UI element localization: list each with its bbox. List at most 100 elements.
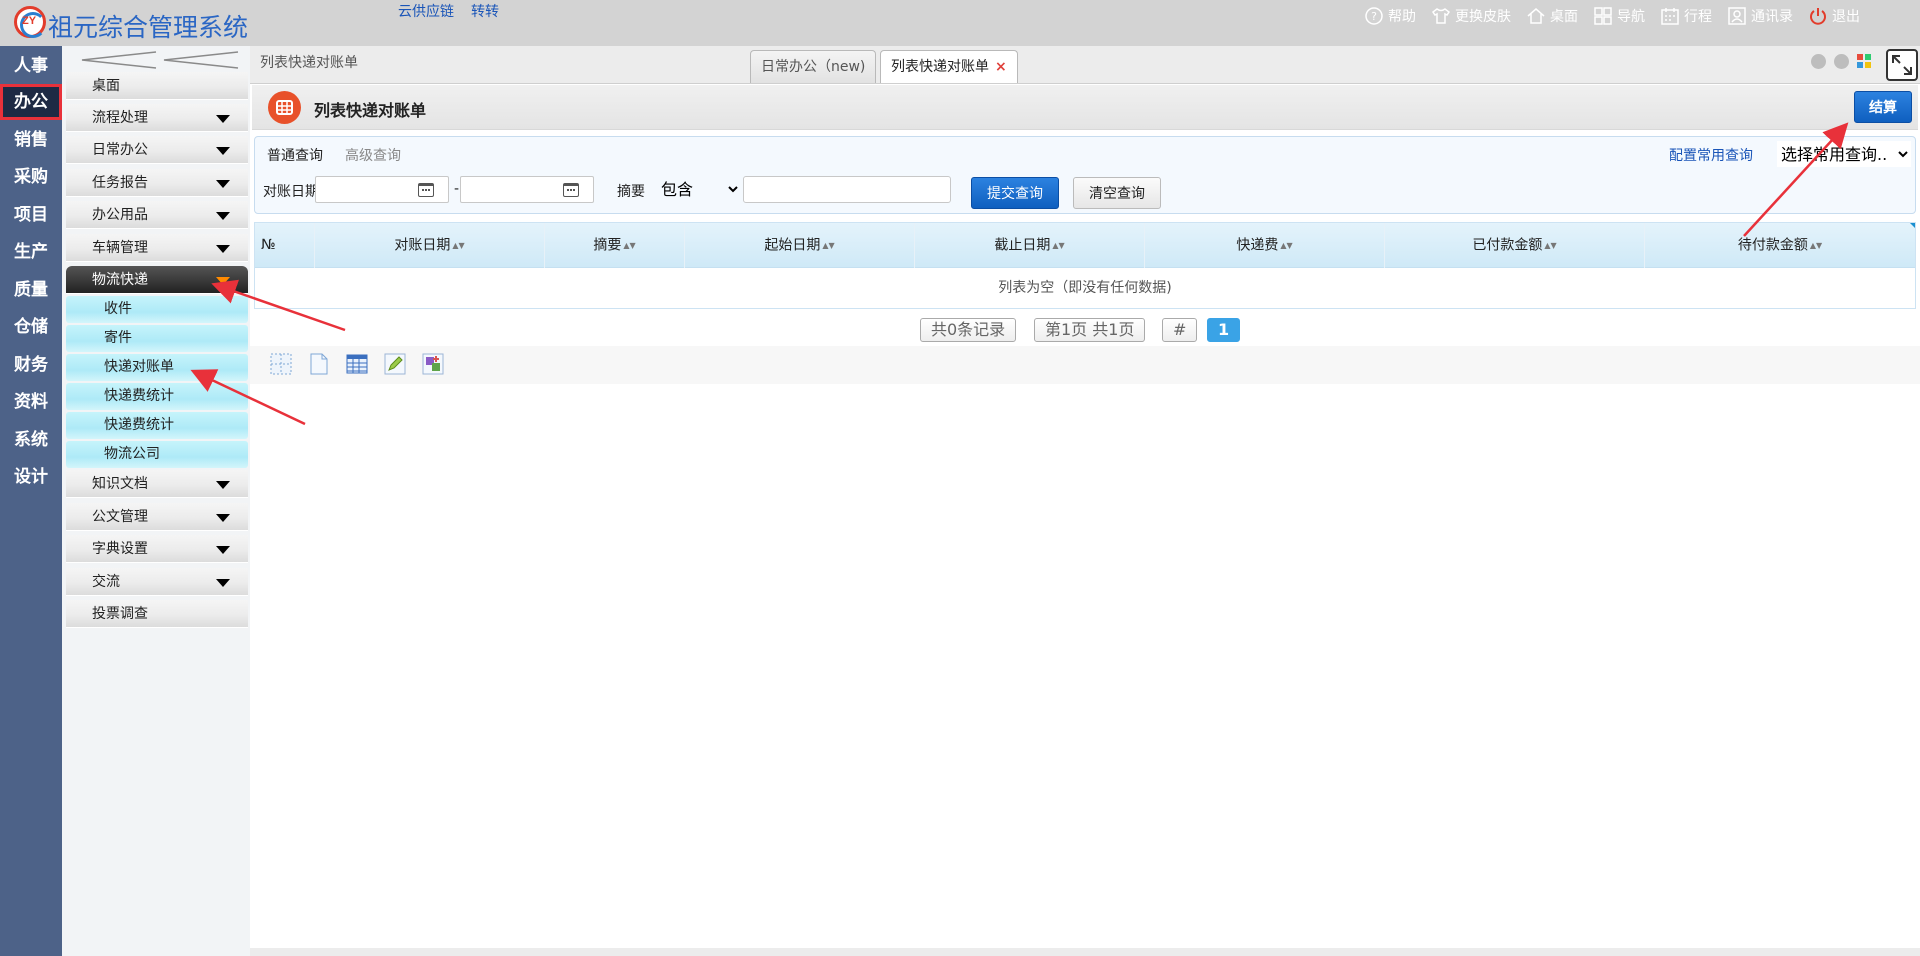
menu-item-desktop[interactable]: 桌面 [66, 72, 248, 100]
data-grid: № 对账日期 ▲▼ 摘要 ▲▼ 起始日期 ▲▼ 截止日期 ▲▼ 快递费 ▲▼ 已付款金额 ▲… [254, 222, 1916, 309]
collapse-icon[interactable] [72, 50, 242, 70]
calendar-icon[interactable] [418, 183, 434, 197]
menu-item-vote[interactable]: 投票调查 [66, 600, 248, 628]
new-document-icon[interactable] [307, 352, 331, 376]
submenu-item-companies[interactable]: 物流公司 [66, 441, 248, 468]
calendar-icon[interactable] [563, 183, 579, 197]
edit-icon[interactable] [383, 352, 407, 376]
clear-query-button[interactable]: 清空查询 [1073, 177, 1161, 209]
submenu-item-fee-stats-2[interactable]: 快递费统计 [66, 412, 248, 439]
top-link-zhuanzhuan[interactable]: 转转 [471, 1, 499, 21]
menu-item-dictionary[interactable]: 字典设置 [66, 535, 248, 563]
column-header-unpaid[interactable]: 待付款金额 ▲▼ [1645, 223, 1915, 268]
module-zhiliang[interactable]: 质量 [0, 272, 62, 308]
pager-pages: 第1页 共1页 [1034, 318, 1146, 342]
tab-express-statement[interactable]: 列表快递对账单 × [880, 50, 1018, 83]
caret-down-icon [216, 180, 230, 188]
tab-bar: 列表快递对账单 日常办公（new) 列表快递对账单 × [250, 46, 1920, 84]
tool-desktop[interactable]: 桌面 [1525, 5, 1578, 27]
pager-page-1[interactable]: 1 [1207, 318, 1241, 342]
tab-prev-icon[interactable] [1811, 54, 1826, 69]
tool-skin[interactable]: 更换皮肤 [1430, 5, 1511, 27]
operator-select[interactable]: 包含 [657, 176, 741, 203]
column-header-summary[interactable]: 摘要 ▲▼ [545, 223, 685, 268]
menu-item-vehicles[interactable]: 车辆管理 [66, 234, 248, 262]
date-end-input[interactable] [460, 176, 594, 203]
windows-icon[interactable] [1857, 54, 1871, 68]
help-icon: ? [1365, 7, 1383, 25]
submenu-item-send[interactable]: 寄件 [66, 325, 248, 352]
module-shengchan[interactable]: 生产 [0, 234, 62, 270]
tool-logout[interactable]: 退出 [1807, 5, 1860, 27]
top-link-cloud-supply[interactable]: 云供应链 [398, 1, 454, 21]
module-xiaoshou[interactable]: 销售 [0, 122, 62, 158]
column-header-no[interactable]: № [255, 223, 315, 268]
tab-normal-query[interactable]: 普通查询 [267, 145, 323, 165]
column-label: 快递费 [1236, 237, 1279, 254]
menu-item-office-supplies[interactable]: 办公用品 [66, 201, 248, 229]
caret-down-icon [216, 277, 230, 285]
module-xitong[interactable]: 系统 [0, 422, 62, 458]
keyword-input[interactable] [743, 176, 951, 203]
menu-item-workflow[interactable]: 流程处理 [66, 104, 248, 132]
caret-down-icon [216, 579, 230, 587]
column-header-end-date[interactable]: 截止日期 ▲▼ [915, 223, 1145, 268]
date-start-input[interactable] [315, 176, 449, 203]
column-label: 对账日期 [394, 237, 451, 254]
module-caigou[interactable]: 采购 [0, 159, 62, 195]
column-header-date[interactable]: 对账日期 ▲▼ [315, 223, 545, 268]
module-ziliao[interactable]: 资料 [0, 384, 62, 420]
select-grid-icon[interactable] [269, 352, 293, 376]
sort-icon: ▲▼ [1052, 241, 1065, 250]
module-bangong[interactable]: 办公 [0, 84, 62, 120]
top-toolbar: ? 帮助 更换皮肤 桌面 导航 行程 通讯录 退出 [1363, 4, 1860, 28]
module-sheji[interactable]: 设计 [0, 459, 62, 495]
column-header-paid[interactable]: 已付款金额 ▲▼ [1385, 223, 1645, 268]
fullscreen-icon[interactable] [1886, 49, 1918, 81]
settle-button[interactable]: 结算 [1854, 91, 1912, 123]
submenu-item-statement[interactable]: 快递对账单 [66, 354, 248, 381]
module-renshi[interactable]: 人事 [0, 48, 62, 84]
menu-item-task-report[interactable]: 任务报告 [66, 169, 248, 197]
tool-schedule[interactable]: 行程 [1659, 5, 1712, 27]
menu-item-documents[interactable]: 公文管理 [66, 503, 248, 531]
page-header: 列表快递对账单 结算 [252, 85, 1918, 130]
column-label: 已付款金额 [1472, 237, 1543, 254]
close-icon[interactable]: × [995, 59, 1007, 75]
module-xiangmu[interactable]: 项目 [0, 197, 62, 233]
logo: ZY [14, 6, 46, 38]
tool-nav[interactable]: 导航 [1592, 5, 1645, 27]
submit-query-button[interactable]: 提交查询 [971, 177, 1059, 209]
tab-advanced-query[interactable]: 高级查询 [345, 145, 401, 165]
table-view-icon[interactable] [345, 352, 369, 376]
contacts-icon [1728, 7, 1746, 25]
tool-desktop-label: 桌面 [1550, 9, 1578, 25]
pager-jump[interactable]: # [1162, 318, 1198, 342]
menu-item-knowledge[interactable]: 知识文档 [66, 470, 248, 498]
menu-item-logistics[interactable]: 物流快递 [66, 266, 248, 294]
query-panel: 普通查询 高级查询 配置常用查询 选择常用查询.. 对账日期 - 摘要 包含 提… [254, 136, 1916, 214]
add-icon[interactable] [421, 352, 445, 376]
date-label: 对账日期 [263, 184, 319, 200]
tab-next-icon[interactable] [1834, 54, 1849, 69]
column-header-fee[interactable]: 快递费 ▲▼ [1145, 223, 1385, 268]
config-query-link[interactable]: 配置常用查询 [1669, 145, 1753, 165]
tab-daily-office[interactable]: 日常办公（new) [750, 50, 877, 83]
pager-total: 共0条记录 [920, 318, 1017, 342]
tool-contacts[interactable]: 通讯录 [1726, 5, 1793, 27]
caret-down-icon [216, 115, 230, 123]
submenu-item-fee-stats[interactable]: 快递费统计 [66, 383, 248, 410]
menu-item-communication[interactable]: 交流 [66, 568, 248, 596]
common-query-select[interactable]: 选择常用查询.. [1777, 141, 1911, 167]
menu-item-daily-office[interactable]: 日常办公 [66, 136, 248, 164]
power-icon [1810, 8, 1826, 25]
module-caiwu[interactable]: 财务 [0, 347, 62, 383]
horizontal-scrollbar[interactable] [250, 948, 1920, 956]
calendar-icon [1661, 8, 1679, 25]
tool-help[interactable]: ? 帮助 [1363, 5, 1416, 27]
summary-label: 摘要 [617, 184, 645, 200]
submenu-item-receive[interactable]: 收件 [66, 296, 248, 323]
column-header-start-date[interactable]: 起始日期 ▲▼ [685, 223, 915, 268]
module-cangchu[interactable]: 仓储 [0, 309, 62, 345]
table-icon [268, 91, 301, 124]
